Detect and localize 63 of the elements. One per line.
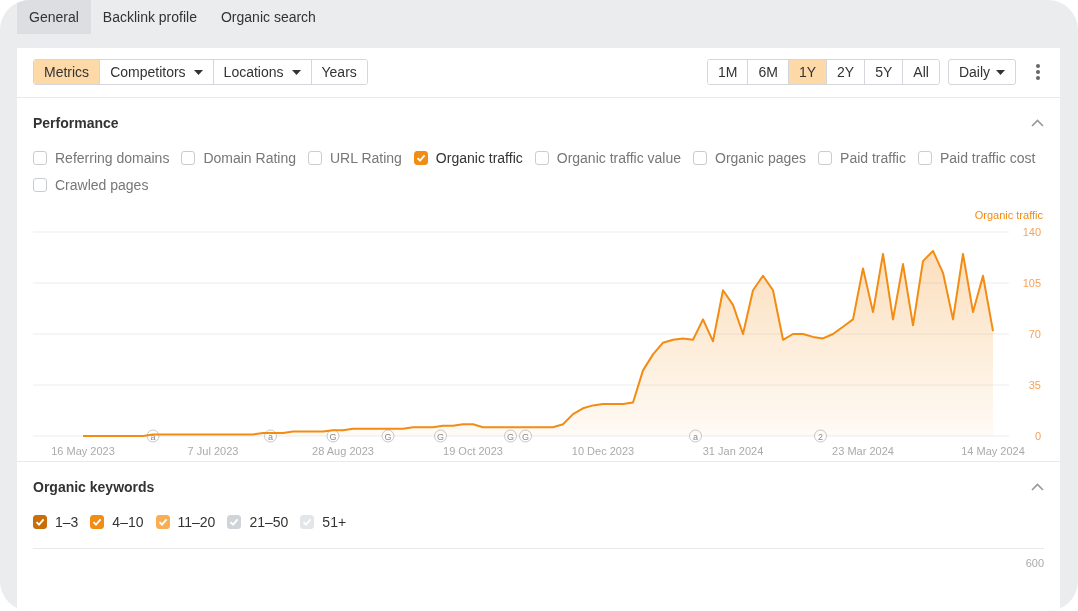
section-title: Organic keywords [33,479,155,495]
metric-label: Paid traffic cost [939,150,1036,166]
check-icon [157,517,168,527]
metric-label: Paid traffic [840,150,906,166]
y-axis-label: 35 [1028,379,1041,391]
y-axis-label: 140 [1022,226,1041,238]
checkbox[interactable] [181,151,196,165]
range-label: 51+ [322,514,347,530]
x-axis-label: 10 Dec 2023 [571,445,635,457]
checkbox[interactable] [33,515,47,529]
y-axis-label: 0 [1034,430,1041,442]
range-button[interactable]: 1Y [787,60,827,84]
check-icon [415,153,426,163]
y-axis-label: 600 [1025,557,1044,571]
tab[interactable]: General [17,0,91,34]
x-axis-label: 14 May 2024 [961,445,1025,457]
check-icon [35,517,45,527]
x-axis-label: 31 Jan 2024 [702,445,764,457]
event-marker[interactable]: a [146,429,160,443]
caret-icon [996,69,1005,75]
checkbox[interactable] [917,151,932,165]
range-label: 1–3 [55,514,79,530]
checkbox[interactable] [33,151,47,165]
metric-label: URL Rating [330,150,402,166]
checkbox[interactable] [308,151,322,165]
checkbox[interactable] [413,151,428,165]
x-axis-label: 7 Jul 2023 [187,445,239,457]
x-axis-label: 28 Aug 2023 [312,445,374,457]
check-icon [92,517,103,527]
chevron-up-icon[interactable] [1031,119,1044,127]
checkbox[interactable] [33,178,47,192]
x-axis-label: 19 Oct 2023 [443,445,503,457]
checkbox[interactable] [90,515,105,529]
range-label: 11–20 [177,514,216,530]
more-icon[interactable] [1036,64,1040,80]
y-axis-label: 70 [1028,328,1041,340]
metric-label: Referring domains [55,150,170,166]
checkbox[interactable] [534,151,549,165]
range-label: 4–10 [112,514,144,530]
tab[interactable]: Backlink profile [90,0,209,34]
checkbox[interactable] [693,151,707,165]
y-axis-label: 105 [1022,277,1041,289]
metric-label: Organic traffic value [556,150,681,166]
view-button[interactable]: Metrics [34,60,100,84]
chevron-up-icon[interactable] [1031,483,1044,491]
metric-label: Organic pages [715,150,807,166]
metric-label: Domain Rating [203,150,296,166]
check-icon [229,517,240,527]
view-button[interactable]: Years [310,60,367,84]
check-icon [302,517,313,527]
annotation: a [150,431,156,442]
range-button[interactable]: All [902,60,939,84]
legend-label: Organic traffic [974,209,1043,221]
tab[interactable]: Organic search [208,0,328,34]
x-axis-label: 16 May 2023 [51,445,115,457]
interval-dropdown[interactable]: Daily [947,59,1016,85]
range-label: 21–50 [249,514,289,530]
metric-label: Crawled pages [55,177,149,193]
section-title: Performance [33,115,119,131]
checkbox[interactable] [155,515,170,529]
checkbox[interactable] [818,151,833,165]
x-axis-label: 23 Mar 2024 [832,445,894,457]
metric-label: Organic traffic [435,150,523,166]
